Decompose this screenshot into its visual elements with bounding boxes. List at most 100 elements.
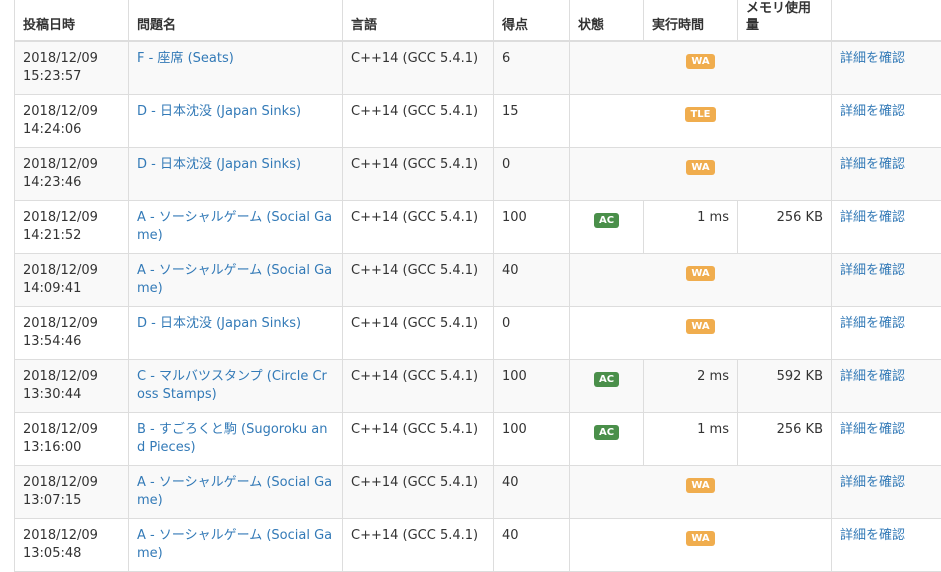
header-exec-time[interactable]: 実行時間 (644, 0, 738, 41)
status-badge: AC (594, 372, 619, 387)
detail-cell: 詳細を確認 (832, 360, 941, 413)
status-cell: WA (570, 307, 832, 360)
submission-date: 2018/12/09 14:24:06 (15, 95, 129, 148)
language: C++14 (GCC 5.4.1) (343, 41, 494, 95)
detail-link[interactable]: 詳細を確認 (840, 104, 905, 119)
task-cell: A - ソーシャルゲーム (Social Game) (129, 254, 343, 307)
score: 100 (494, 360, 570, 413)
submissions-table: 投稿日時 問題名 言語 得点 状態 実行時間 メモリ使用量 2018/12/09… (14, 0, 941, 572)
header-memory[interactable]: メモリ使用量 (738, 0, 832, 41)
table-row: 2018/12/09 13:05:48 A - ソーシャルゲーム (Social… (15, 519, 941, 572)
detail-link[interactable]: 詳細を確認 (840, 422, 905, 437)
status-cell: AC (570, 360, 644, 413)
header-date[interactable]: 投稿日時 (15, 0, 129, 41)
status-badge: TLE (685, 107, 715, 122)
header-score[interactable]: 得点 (494, 0, 570, 41)
table-row: 2018/12/09 14:23:46 D - 日本沈没 (Japan Sink… (15, 148, 941, 201)
score: 100 (494, 201, 570, 254)
table-row: 2018/12/09 14:21:52 A - ソーシャルゲーム (Social… (15, 201, 941, 254)
task-link[interactable]: C - マルバツスタンプ (Circle Cross Stamps) (137, 369, 327, 402)
task-link[interactable]: A - ソーシャルゲーム (Social Game) (137, 528, 332, 561)
status-cell: WA (570, 148, 832, 201)
score: 40 (494, 519, 570, 572)
score: 0 (494, 148, 570, 201)
table-body: 2018/12/09 15:23:57 F - 座席 (Seats) C++14… (15, 41, 941, 572)
language: C++14 (GCC 5.4.1) (343, 254, 494, 307)
task-link[interactable]: B - すごろくと駒 (Sugoroku and Pieces) (137, 422, 328, 455)
detail-link[interactable]: 詳細を確認 (840, 316, 905, 331)
status-cell: AC (570, 413, 644, 466)
table-row: 2018/12/09 13:30:44 C - マルバツスタンプ (Circle… (15, 360, 941, 413)
task-link[interactable]: A - ソーシャルゲーム (Social Game) (137, 475, 332, 508)
language: C++14 (GCC 5.4.1) (343, 519, 494, 572)
task-cell: B - すごろくと駒 (Sugoroku and Pieces) (129, 413, 343, 466)
table-row: 2018/12/09 13:07:15 A - ソーシャルゲーム (Social… (15, 466, 941, 519)
task-cell: D - 日本沈没 (Japan Sinks) (129, 95, 343, 148)
task-link[interactable]: D - 日本沈没 (Japan Sinks) (137, 157, 301, 172)
submission-date: 2018/12/09 14:23:46 (15, 148, 129, 201)
score: 100 (494, 413, 570, 466)
score: 15 (494, 95, 570, 148)
status-badge: WA (686, 478, 714, 493)
memory-usage: 256 KB (738, 413, 832, 466)
task-link[interactable]: A - ソーシャルゲーム (Social Game) (137, 210, 332, 243)
task-cell: D - 日本沈没 (Japan Sinks) (129, 307, 343, 360)
status-cell: WA (570, 254, 832, 307)
language: C++14 (GCC 5.4.1) (343, 413, 494, 466)
task-link[interactable]: D - 日本沈没 (Japan Sinks) (137, 104, 301, 119)
score: 0 (494, 307, 570, 360)
status-badge: AC (594, 425, 619, 440)
detail-link[interactable]: 詳細を確認 (840, 157, 905, 172)
detail-link[interactable]: 詳細を確認 (840, 528, 905, 543)
status-cell: WA (570, 466, 832, 519)
submission-date: 2018/12/09 13:54:46 (15, 307, 129, 360)
header-row: 投稿日時 問題名 言語 得点 状態 実行時間 メモリ使用量 (15, 0, 941, 41)
table-row: 2018/12/09 14:24:06 D - 日本沈没 (Japan Sink… (15, 95, 941, 148)
detail-link[interactable]: 詳細を確認 (840, 263, 905, 278)
task-link[interactable]: A - ソーシャルゲーム (Social Game) (137, 263, 332, 296)
table-row: 2018/12/09 14:09:41 A - ソーシャルゲーム (Social… (15, 254, 941, 307)
header-status[interactable]: 状態 (570, 0, 644, 41)
task-link[interactable]: F - 座席 (Seats) (137, 51, 234, 66)
status-cell: WA (570, 41, 832, 95)
status-badge: AC (594, 213, 619, 228)
header-task[interactable]: 問題名 (129, 0, 343, 41)
submission-date: 2018/12/09 13:30:44 (15, 360, 129, 413)
detail-cell: 詳細を確認 (832, 519, 941, 572)
status-badge: WA (686, 54, 714, 69)
exec-time: 2 ms (644, 360, 738, 413)
language: C++14 (GCC 5.4.1) (343, 201, 494, 254)
detail-cell: 詳細を確認 (832, 254, 941, 307)
memory-usage: 256 KB (738, 201, 832, 254)
task-cell: A - ソーシャルゲーム (Social Game) (129, 201, 343, 254)
table-row: 2018/12/09 15:23:57 F - 座席 (Seats) C++14… (15, 41, 941, 95)
header-detail (832, 0, 941, 41)
detail-link[interactable]: 詳細を確認 (840, 475, 905, 490)
detail-cell: 詳細を確認 (832, 95, 941, 148)
submission-date: 2018/12/09 14:21:52 (15, 201, 129, 254)
detail-link[interactable]: 詳細を確認 (840, 51, 905, 66)
submission-date: 2018/12/09 15:23:57 (15, 41, 129, 95)
language: C++14 (GCC 5.4.1) (343, 95, 494, 148)
exec-time: 1 ms (644, 413, 738, 466)
table-header: 投稿日時 問題名 言語 得点 状態 実行時間 メモリ使用量 (15, 0, 941, 41)
task-cell: F - 座席 (Seats) (129, 41, 343, 95)
task-cell: C - マルバツスタンプ (Circle Cross Stamps) (129, 360, 343, 413)
task-link[interactable]: D - 日本沈没 (Japan Sinks) (137, 316, 301, 331)
submission-date: 2018/12/09 13:07:15 (15, 466, 129, 519)
detail-cell: 詳細を確認 (832, 148, 941, 201)
header-language[interactable]: 言語 (343, 0, 494, 41)
detail-link[interactable]: 詳細を確認 (840, 369, 905, 384)
detail-link[interactable]: 詳細を確認 (840, 210, 905, 225)
table-row: 2018/12/09 13:16:00 B - すごろくと駒 (Sugoroku… (15, 413, 941, 466)
submission-date: 2018/12/09 14:09:41 (15, 254, 129, 307)
score: 6 (494, 41, 570, 95)
task-cell: A - ソーシャルゲーム (Social Game) (129, 466, 343, 519)
language: C++14 (GCC 5.4.1) (343, 466, 494, 519)
detail-cell: 詳細を確認 (832, 307, 941, 360)
status-badge: WA (686, 160, 714, 175)
status-cell: TLE (570, 95, 832, 148)
detail-cell: 詳細を確認 (832, 201, 941, 254)
language: C++14 (GCC 5.4.1) (343, 148, 494, 201)
language: C++14 (GCC 5.4.1) (343, 360, 494, 413)
